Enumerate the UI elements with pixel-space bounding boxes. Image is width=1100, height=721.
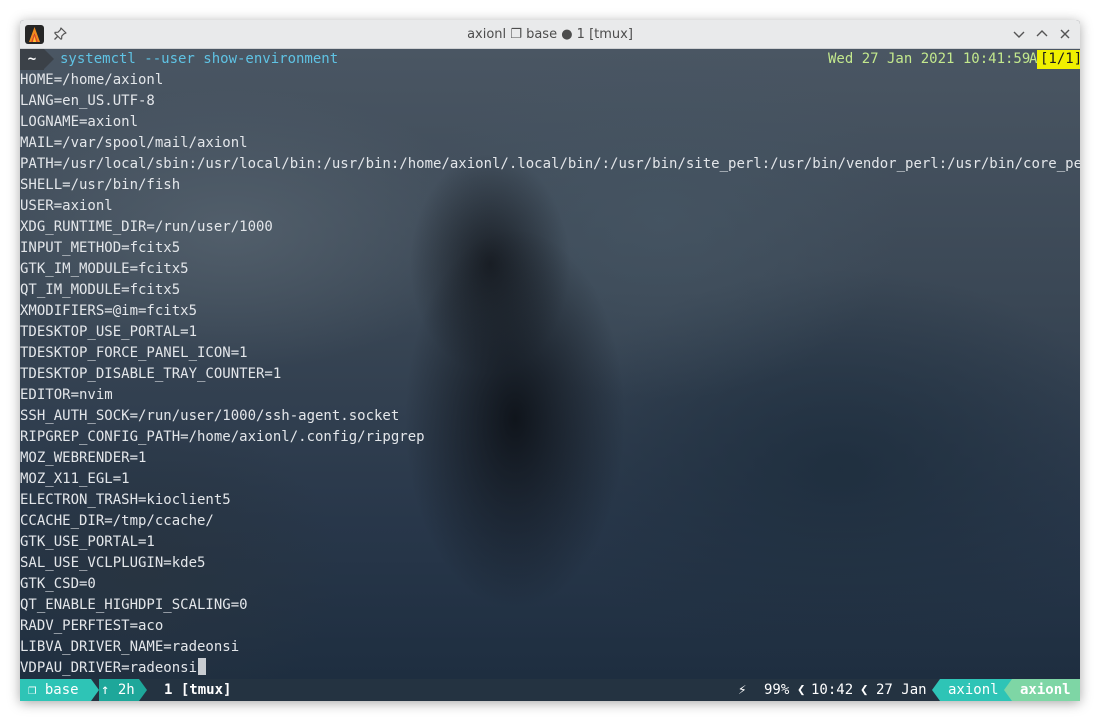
output-line-text: SAL_USE_VCLPLUGIN=kde5 — [20, 555, 206, 571]
output-line: LANG=en_US.UTF-8 — [20, 91, 1080, 112]
output-line-text: GTK_USE_PORTAL=1 — [20, 534, 155, 550]
output-line: LOGNAME=axionl — [20, 112, 1080, 133]
segment-separator-icon — [1004, 679, 1012, 701]
terminal-content[interactable]: ~ systemctl --user show-environment Wed … — [20, 49, 1080, 679]
output-line: MOZ_WEBRENDER=1 — [20, 448, 1080, 469]
battery-icon: ⚡ — [738, 682, 747, 698]
output-line-text: TDESKTOP_USE_PORTAL=1 — [20, 324, 198, 340]
status-user: axionl — [940, 679, 1012, 701]
output-line: SAL_USE_VCLPLUGIN=kde5 — [20, 553, 1080, 574]
uptime-badge: ↑ 2h — [99, 679, 139, 701]
output-line: USER=axionl — [20, 196, 1080, 217]
output-line-text: VDPAU_DRIVER=radeonsi — [20, 660, 198, 676]
output-line: QT_IM_MODULE=fcitx5 — [20, 280, 1080, 301]
output-line-text: QT_ENABLE_HIGHDPI_SCALING=0 — [20, 597, 248, 613]
output-line: RADV_PERFTEST=aco — [20, 616, 1080, 637]
output-line-text: GTK_CSD=0 — [20, 576, 96, 592]
output-line-text: HOME=/home/axionl — [20, 72, 164, 88]
status-time: 10:42 — [811, 682, 854, 698]
output-line-text: RADV_PERFTEST=aco — [20, 618, 164, 634]
output-line: EDITOR=nvim — [20, 385, 1080, 406]
window-tab[interactable]: 1 [tmux] — [164, 679, 231, 701]
pager-indicator: [1/1] — [1037, 50, 1080, 69]
output-line: XMODIFIERS=@im=fcitx5 — [20, 301, 1080, 322]
output-line-text: MOZ_WEBRENDER=1 — [20, 450, 147, 466]
output-line: GTK_USE_PORTAL=1 — [20, 532, 1080, 553]
text-cursor — [198, 658, 207, 675]
output-line-text: EDITOR=nvim — [20, 387, 113, 403]
prompt-line: ~ systemctl --user show-environment Wed … — [20, 49, 1080, 70]
output-line: ELECTRON_TRASH=kioclient5 — [20, 490, 1080, 511]
separator-left-icon: ❮ — [860, 682, 869, 698]
output-line-text: LOGNAME=axionl — [20, 114, 139, 130]
output-line: VDPAU_DRIVER=radeonsi — [20, 658, 1080, 679]
close-icon[interactable] — [1057, 26, 1073, 42]
prompt-separator-icon — [44, 49, 54, 69]
prompt-dir: ~ — [20, 49, 44, 70]
output-line: XDG_RUNTIME_DIR=/run/user/1000 — [20, 217, 1080, 238]
output-line: HOME=/home/axionl — [20, 70, 1080, 91]
output-line: TDESKTOP_DISABLE_TRAY_COUNTER=1 — [20, 364, 1080, 385]
output-line-text: XDG_RUNTIME_DIR=/run/user/1000 — [20, 219, 273, 235]
output-line: SHELL=/usr/bin/fish — [20, 175, 1080, 196]
output-line: GTK_IM_MODULE=fcitx5 — [20, 259, 1080, 280]
chevron-down-icon[interactable] — [1011, 26, 1027, 42]
title-bar[interactable]: axionl ❐ base ● 1 [tmux] — [20, 20, 1080, 49]
output-line-text: MAIL=/var/spool/mail/axionl — [20, 135, 248, 151]
output-line-text: XMODIFIERS=@im=fcitx5 — [20, 303, 198, 319]
battery-level: 99% — [764, 682, 790, 698]
output-line-text: GTK_IM_MODULE=fcitx5 — [20, 261, 189, 277]
output-line-text: ELECTRON_TRASH=kioclient5 — [20, 492, 231, 508]
output-line: LIBVA_DRIVER_NAME=radeonsi — [20, 637, 1080, 658]
output-line: MOZ_X11_EGL=1 — [20, 469, 1080, 490]
output-line-text: QT_IM_MODULE=fcitx5 — [20, 282, 181, 298]
output-lines: HOME=/home/axionl LANG=en_US.UTF-8 LOGNAME… — [20, 70, 1080, 679]
window-title: axionl ❐ base ● 1 [tmux] — [467, 27, 633, 42]
output-line-text: LANG=en_US.UTF-8 — [20, 93, 155, 109]
output-line-text: TDESKTOP_DISABLE_TRAY_COUNTER=1 — [20, 366, 282, 382]
output-line: RIPGREP_CONFIG_PATH=/home/axionl/.config… — [20, 427, 1080, 448]
segment-separator-icon — [139, 679, 147, 701]
output-line-text: PATH=/usr/local/sbin:/usr/local/bin:/usr… — [20, 156, 1080, 172]
status-date: 27 Jan — [876, 682, 927, 698]
output-line-text: USER=axionl — [20, 198, 113, 214]
output-line: TDESKTOP_FORCE_PANEL_ICON=1 — [20, 343, 1080, 364]
tmux-status-bar: ❐ base ↑ 2h 1 [tmux] ⚡ 99% ❮ 10:42 ❮ 27 … — [20, 679, 1080, 701]
output-line: TDESKTOP_USE_PORTAL=1 — [20, 322, 1080, 343]
output-line-text: MOZ_X11_EGL=1 — [20, 471, 130, 487]
output-line: CCACHE_DIR=/tmp/ccache/ — [20, 511, 1080, 532]
separator-left-icon: ❮ — [797, 682, 806, 698]
output-line-text: INPUT_METHOD=fcitx5 — [20, 240, 181, 256]
output-line: QT_ENABLE_HIGHDPI_SCALING=0 — [20, 595, 1080, 616]
output-line-text: LIBVA_DRIVER_NAME=radeonsi — [20, 639, 240, 655]
prompt-datetime: Wed 27 Jan 2021 10:41:59 — [828, 51, 1031, 67]
output-line-text: SSH_AUTH_SOCK=/run/user/1000/ssh-agent.s… — [20, 408, 400, 424]
output-line: PATH=/usr/local/sbin:/usr/local/bin:/usr… — [20, 154, 1080, 175]
command-text: systemctl --user show-environment — [60, 51, 339, 67]
output-line-text: SHELL=/usr/bin/fish — [20, 177, 181, 193]
output-line-text: RIPGREP_CONFIG_PATH=/home/axionl/.config… — [20, 429, 425, 445]
segment-separator-icon — [932, 679, 940, 701]
output-line-text: TDESKTOP_FORCE_PANEL_ICON=1 — [20, 345, 248, 361]
segment-separator-icon — [91, 679, 99, 701]
status-host: axionl — [1012, 679, 1080, 701]
output-line-text: CCACHE_DIR=/tmp/ccache/ — [20, 513, 214, 529]
session-badge[interactable]: ❐ base — [20, 679, 91, 701]
terminal-window: axionl ❐ base ● 1 [tmux] ~ systemctl --u… — [20, 20, 1080, 701]
output-line: INPUT_METHOD=fcitx5 — [20, 238, 1080, 259]
output-line: GTK_CSD=0 — [20, 574, 1080, 595]
output-line: MAIL=/var/spool/mail/axionl — [20, 133, 1080, 154]
output-line: SSH_AUTH_SOCK=/run/user/1000/ssh-agent.s… — [20, 406, 1080, 427]
chevron-up-icon[interactable] — [1034, 26, 1050, 42]
